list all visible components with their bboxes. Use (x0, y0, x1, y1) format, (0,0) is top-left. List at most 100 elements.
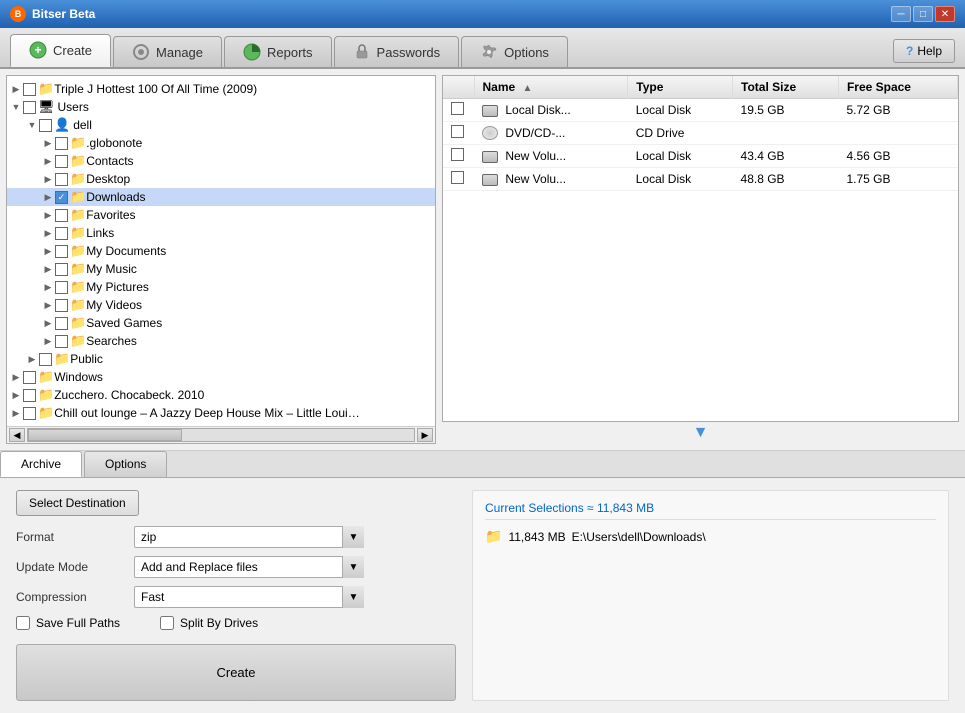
scroll-track[interactable] (27, 428, 415, 442)
tree-checkbox[interactable] (39, 353, 52, 366)
format-select-wrapper: zip 7z tar ▼ (134, 526, 364, 548)
help-button[interactable]: ? Help (893, 39, 955, 63)
tree-item[interactable]: ▶ 📁 Links (7, 224, 435, 242)
window-controls[interactable]: ─ □ ✕ (891, 6, 955, 22)
tree-checkbox[interactable] (55, 209, 68, 222)
tree-label: My Pictures (86, 280, 149, 294)
tree-checkbox[interactable] (55, 281, 68, 294)
expand-icon: ▶ (41, 298, 55, 312)
tree-item[interactable]: ▼ 👤 dell (7, 116, 435, 134)
tree-item[interactable]: ▶ 📁 Searches (7, 332, 435, 350)
maximize-button[interactable]: □ (913, 6, 933, 22)
tree-checkbox[interactable] (55, 317, 68, 330)
tree-checkbox[interactable] (55, 299, 68, 312)
tree-label: Searches (86, 334, 137, 348)
tree-checkbox[interactable] (55, 263, 68, 276)
save-full-paths-checkbox[interactable] (16, 616, 30, 630)
col-header-name[interactable]: Name ▲ (474, 76, 628, 99)
user-icon: 👤 (54, 117, 70, 133)
tree-item[interactable]: ▶ 📁 Chill out lounge – A Jazzy Deep Hous… (7, 404, 435, 422)
tree-item[interactable]: ▶ 📁 Triple J Hottest 100 Of All Time (20… (7, 80, 435, 98)
archive-panel: Select Destination Format zip 7z tar ▼ U (0, 478, 965, 713)
select-destination-button[interactable]: Select Destination (16, 490, 139, 516)
tree-checkbox[interactable] (23, 83, 36, 96)
create-button[interactable]: Create (16, 644, 456, 701)
tab-archive[interactable]: Archive (0, 451, 82, 477)
tree-checkbox[interactable] (23, 371, 36, 384)
tree-label: Users (58, 100, 89, 114)
drive-checkbox[interactable] (451, 171, 464, 184)
drive-checkbox[interactable] (451, 125, 464, 138)
drive-row[interactable]: DVD/CD-... CD Drive (443, 122, 958, 145)
tree-checkbox[interactable] (55, 227, 68, 240)
tree-checkbox[interactable] (55, 137, 68, 150)
drive-free (838, 122, 957, 145)
update-mode-select[interactable]: Add and Replace files Update and Add fil… (134, 556, 364, 578)
tree-item[interactable]: ▶ 📁 My Music (7, 260, 435, 278)
drive-icon: 🖥 (38, 99, 55, 115)
folder-icon: 📁 (54, 351, 70, 367)
tree-checkbox[interactable] (55, 245, 68, 258)
split-by-drives-checkbox[interactable] (160, 616, 174, 630)
tree-checkbox[interactable] (55, 155, 68, 168)
tree-item[interactable]: ▼ 🖥 Users (7, 98, 435, 116)
tab-create[interactable]: + Create (10, 34, 111, 67)
format-row: Format zip 7z tar ▼ (16, 526, 456, 548)
tab-passwords[interactable]: Passwords (334, 36, 460, 67)
tab-reports[interactable]: Reports (224, 36, 332, 67)
drive-checkbox[interactable] (451, 148, 464, 161)
tree-item[interactable]: ▶ 📁 Desktop (7, 170, 435, 188)
tree-item[interactable]: ▶ 📁 Zucchero. Chocabeck. 2010 (7, 386, 435, 404)
folder-icon: 📁 (70, 207, 86, 223)
tree-checkbox[interactable] (23, 101, 36, 114)
drive-row[interactable]: New Volu... Local Disk 43.4 GB 4.56 GB (443, 145, 958, 168)
col-header-type[interactable]: Type (628, 76, 733, 99)
expand-icon: ▶ (41, 154, 55, 168)
folder-icon: 📁 (70, 189, 86, 205)
tab-options[interactable]: Options (84, 451, 167, 477)
tree-item[interactable]: ▶ 📁 My Pictures (7, 278, 435, 296)
current-selections-panel: Current Selections ≈ 11,843 MB 📁 11,843 … (472, 490, 949, 701)
format-select[interactable]: zip 7z tar (134, 526, 364, 548)
tree-checkbox[interactable] (39, 119, 52, 132)
drive-checkbox[interactable] (451, 102, 464, 115)
tree-item[interactable]: ▶ 📁 Saved Games (7, 314, 435, 332)
close-button[interactable]: ✕ (935, 6, 955, 22)
tab-manage[interactable]: Manage (113, 36, 222, 67)
folder-icon: 📁 (70, 297, 86, 313)
compression-select[interactable]: Fast Normal Maximum (134, 586, 364, 608)
tree-item[interactable]: ▶ 📁 Public (7, 350, 435, 368)
right-section: Name ▲ Type Total Size Free Space (442, 75, 959, 444)
drive-hdd-icon (482, 105, 498, 117)
scroll-left-button[interactable]: ◀ (9, 428, 25, 442)
tree-item[interactable]: ▶ 📁 My Videos (7, 296, 435, 314)
tree-item[interactable]: ▶ 📁 Windows (7, 368, 435, 386)
expand-icon: ▶ (41, 136, 55, 150)
tree-item[interactable]: ▶ 📁 Downloads (7, 188, 435, 206)
tree-item[interactable]: ▶ 📁 My Documents (7, 242, 435, 260)
expand-icon: ▶ (41, 190, 55, 204)
drive-row[interactable]: New Volu... Local Disk 48.8 GB 1.75 GB (443, 168, 958, 191)
create-icon: + (29, 41, 47, 59)
tree-item[interactable]: ▶ 📁 Favorites (7, 206, 435, 224)
drive-free: 1.75 GB (838, 168, 957, 191)
tree-checkbox[interactable] (55, 191, 68, 204)
col-header-total-size[interactable]: Total Size (733, 76, 839, 99)
scroll-right-button[interactable]: ▶ (417, 428, 433, 442)
tree-checkbox[interactable] (55, 173, 68, 186)
minimize-button[interactable]: ─ (891, 6, 911, 22)
tab-options[interactable]: Options (461, 36, 568, 67)
drive-free: 5.72 GB (838, 99, 957, 122)
drive-type: CD Drive (628, 122, 733, 145)
drive-row[interactable]: Local Disk... Local Disk 19.5 GB 5.72 GB (443, 99, 958, 122)
tree-checkbox[interactable] (55, 335, 68, 348)
horizontal-scrollbar[interactable]: ◀ ▶ (7, 426, 435, 443)
tree-item[interactable]: ▶ 📁 .globonote (7, 134, 435, 152)
scroll-thumb (28, 429, 182, 441)
drive-name: DVD/CD-... (505, 126, 565, 140)
tree-checkbox[interactable] (23, 389, 36, 402)
tree-item[interactable]: ▶ 📁 Contacts (7, 152, 435, 170)
tree-checkbox[interactable] (23, 407, 36, 420)
col-header-free-space[interactable]: Free Space (838, 76, 957, 99)
folder-icon: 📁 (70, 261, 86, 277)
